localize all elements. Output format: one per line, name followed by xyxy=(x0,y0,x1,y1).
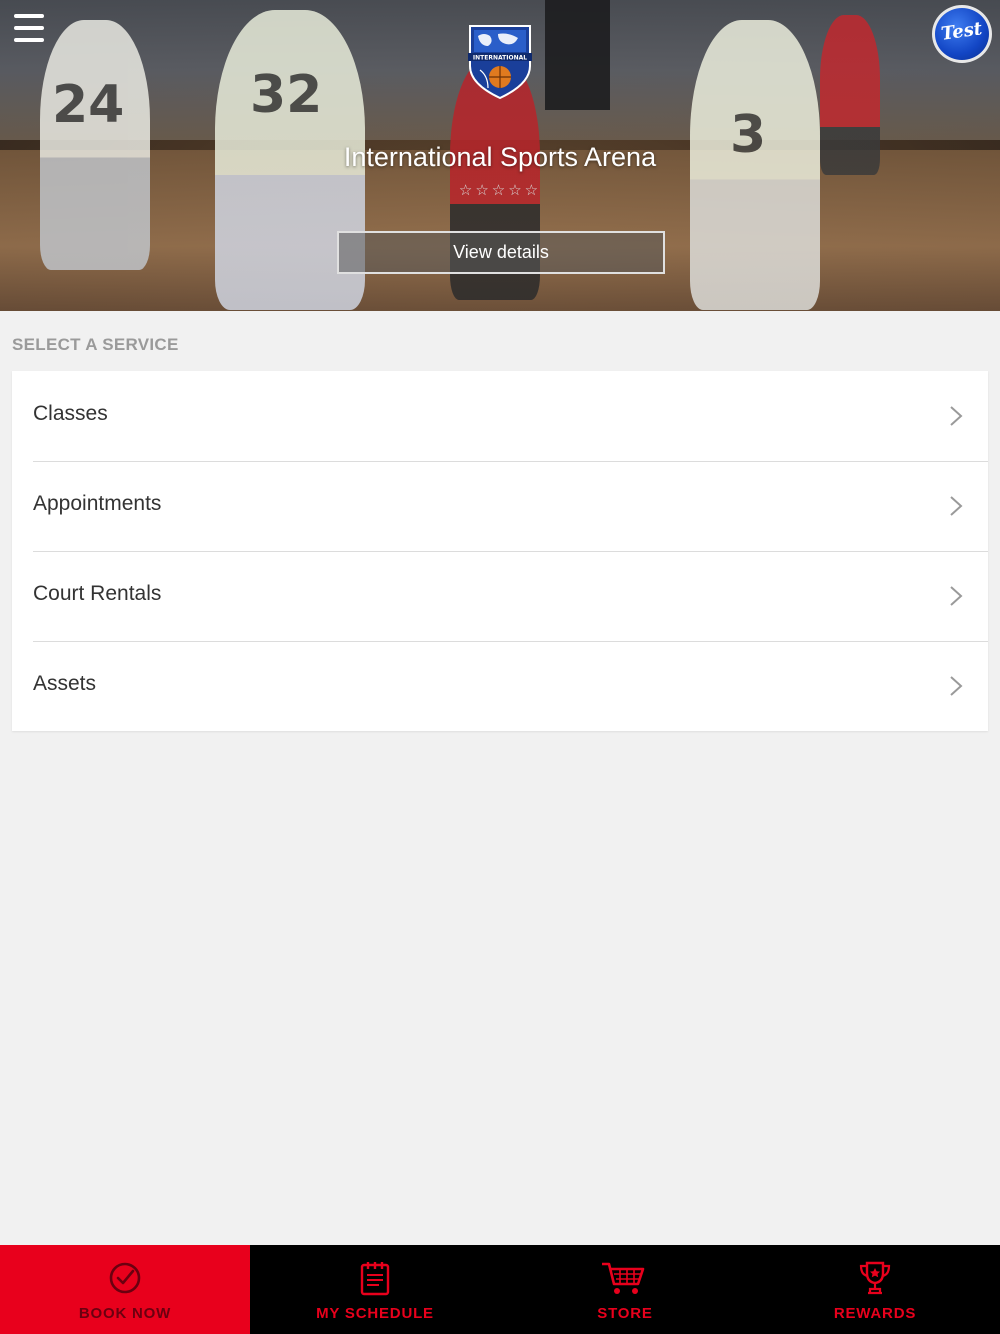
star-rating: ☆☆☆☆☆ xyxy=(458,182,542,199)
logo-text: INTERNATIONAL xyxy=(473,55,527,62)
nav-label: REWARDS xyxy=(833,1305,917,1322)
calendar-icon xyxy=(360,1262,390,1296)
view-details-button[interactable]: View details xyxy=(337,231,665,274)
nav-label: STORE xyxy=(597,1305,653,1322)
chevron-right-icon xyxy=(950,676,963,696)
service-item-label: Classes xyxy=(33,402,108,425)
venue-name: International Sports Arena xyxy=(343,142,657,172)
check-circle-icon xyxy=(109,1262,141,1294)
service-item-court-rentals[interactable]: Court Rentals xyxy=(12,551,988,641)
service-item-classes[interactable]: Classes xyxy=(12,371,988,461)
hero-backboard xyxy=(545,0,610,110)
cart-icon xyxy=(602,1262,645,1294)
bottom-navigation: BOOK NOW MY SCHEDULE STORE REWARDS xyxy=(0,1245,1000,1334)
hamburger-menu-icon[interactable] xyxy=(14,14,44,42)
nav-book-now[interactable]: BOOK NOW xyxy=(0,1245,250,1334)
service-item-appointments[interactable]: Appointments xyxy=(12,461,988,551)
nav-rewards[interactable]: REWARDS xyxy=(750,1245,1000,1334)
service-list: Classes Appointments Court Rentals Asset… xyxy=(12,371,988,731)
nav-my-schedule[interactable]: MY SCHEDULE xyxy=(250,1245,500,1334)
venue-logo: INTERNATIONAL xyxy=(462,22,538,100)
nav-store[interactable]: STORE xyxy=(500,1245,750,1334)
chevron-right-icon xyxy=(950,586,963,606)
chevron-right-icon xyxy=(950,406,963,426)
service-item-assets[interactable]: Assets xyxy=(12,641,988,731)
nav-label: MY SCHEDULE xyxy=(316,1305,434,1322)
select-service-heading: SELECT A SERVICE xyxy=(12,335,179,354)
venue-hero: 24 32 3 INTERNATIONAL Test International… xyxy=(0,0,1000,311)
chevron-right-icon xyxy=(950,496,963,516)
nav-label: BOOK NOW xyxy=(78,1305,172,1322)
avatar-text: Test xyxy=(940,17,984,45)
service-item-label: Appointments xyxy=(33,492,162,515)
user-avatar[interactable]: Test xyxy=(932,5,992,63)
trophy-icon xyxy=(859,1261,891,1295)
service-item-label: Assets xyxy=(33,672,97,695)
app-screen: 24 32 3 INTERNATIONAL Test International… xyxy=(0,0,1000,1334)
service-item-label: Court Rentals xyxy=(33,582,162,605)
